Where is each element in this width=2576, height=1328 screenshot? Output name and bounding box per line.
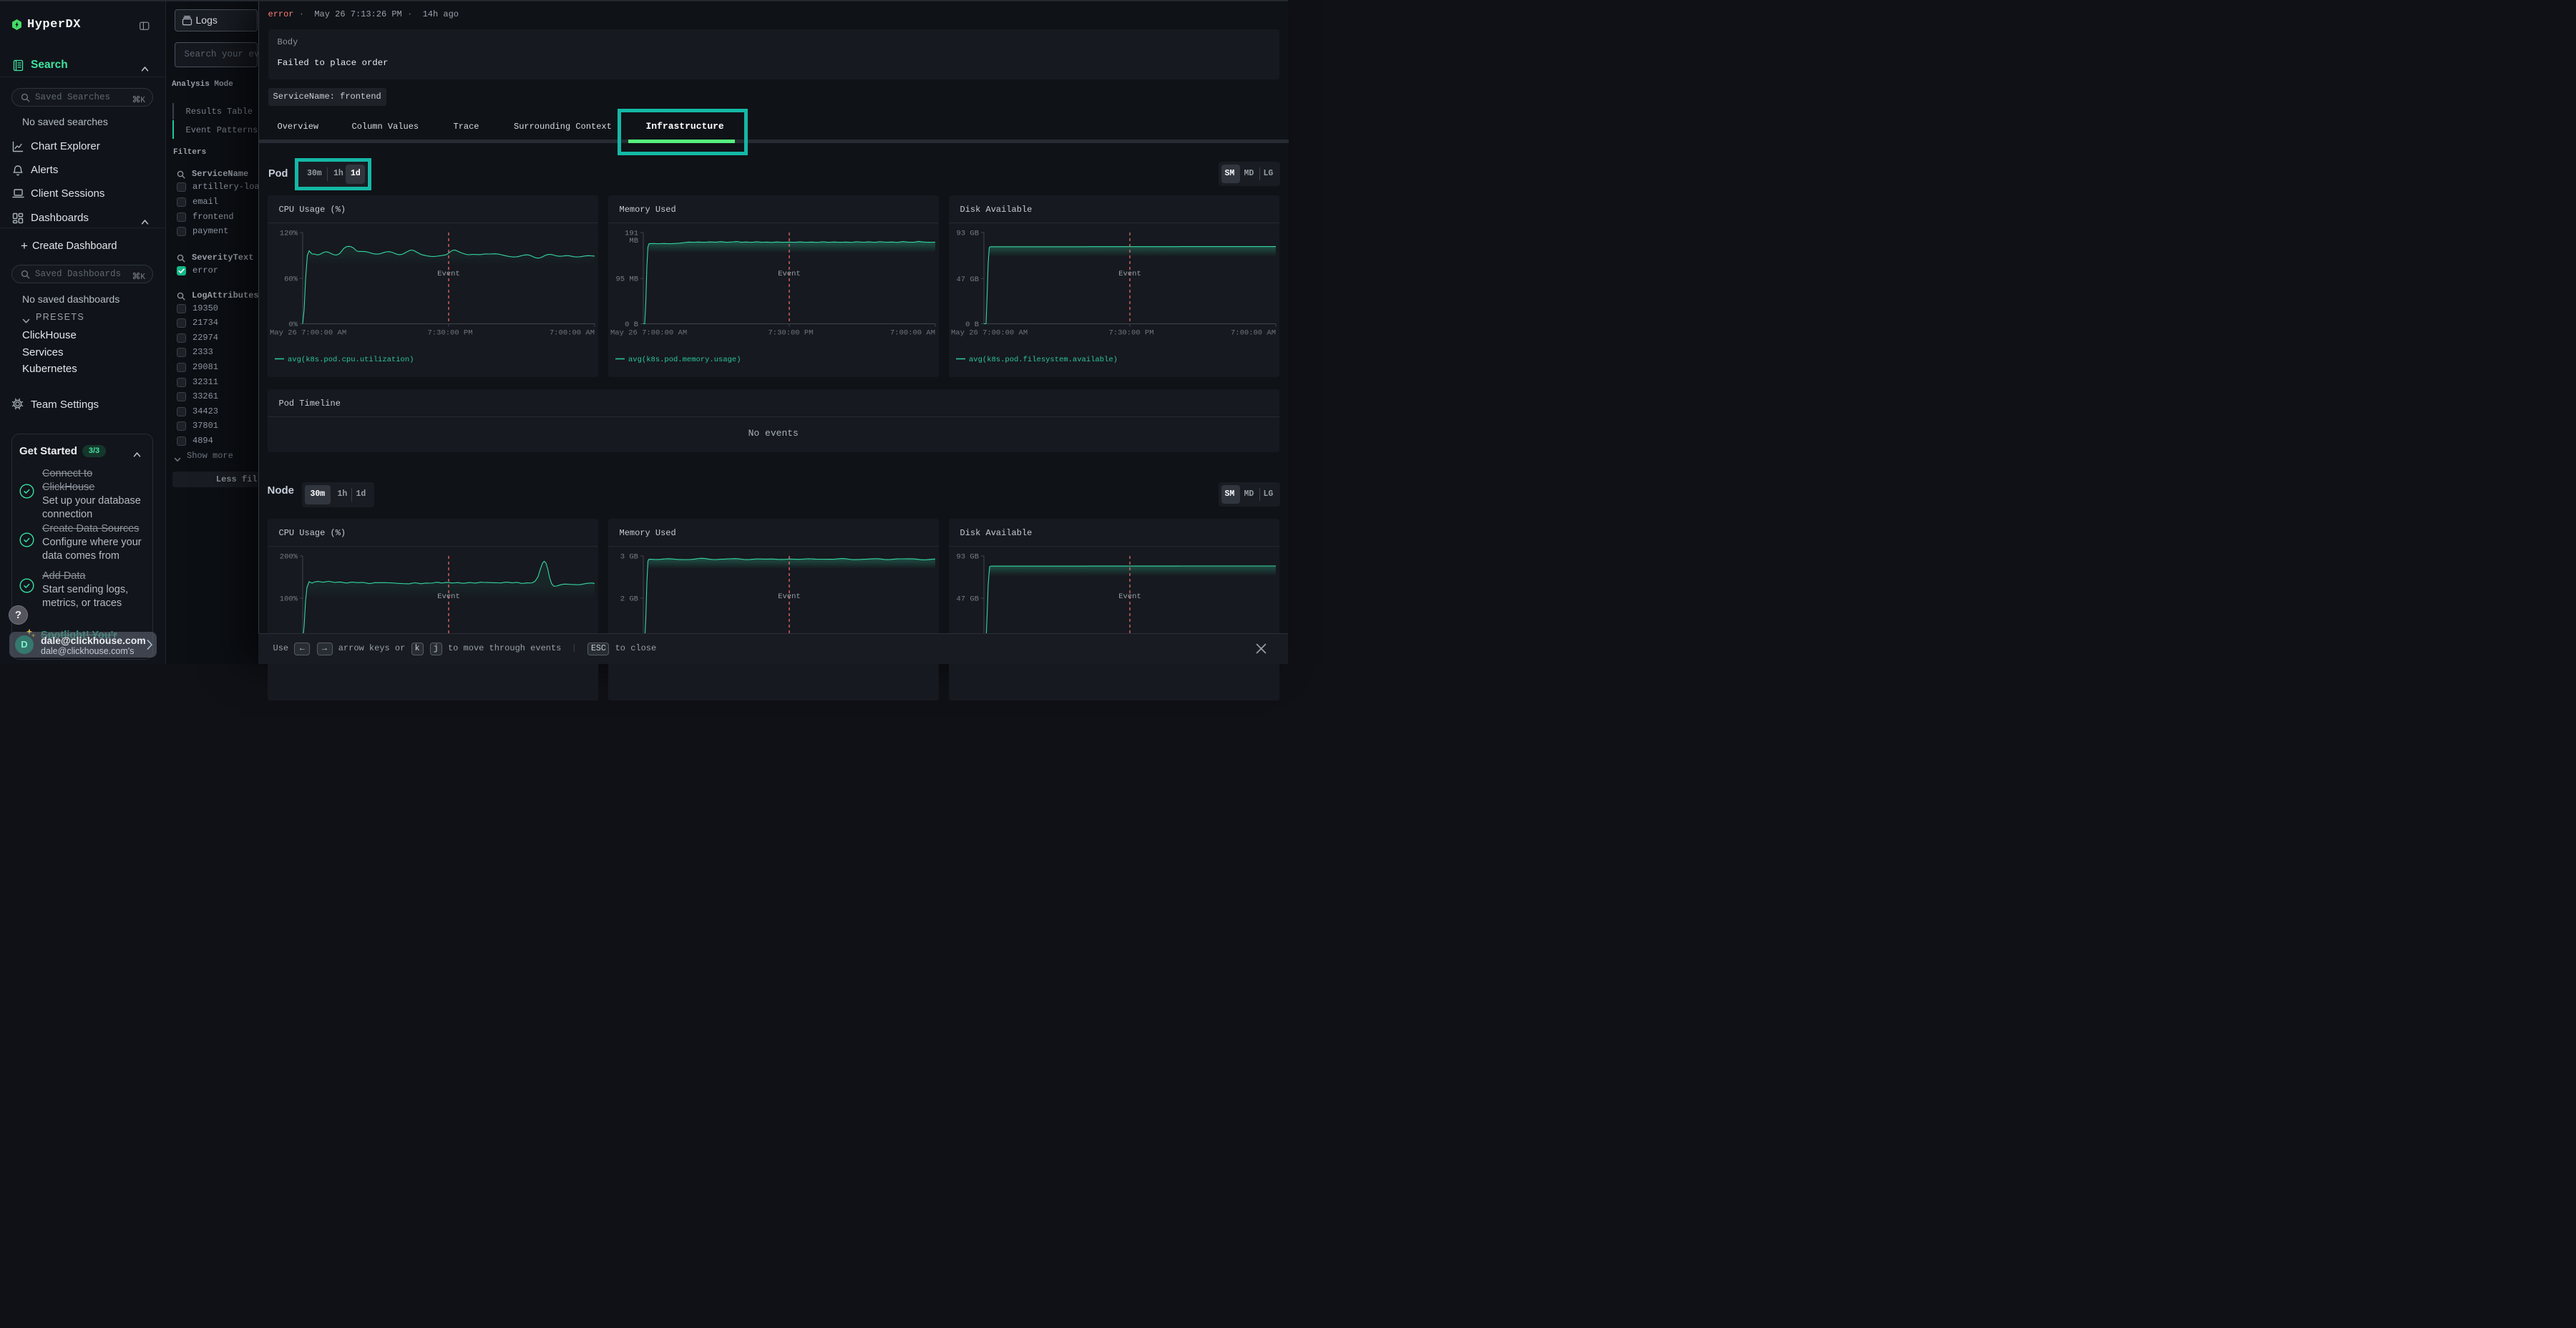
svg-text:avg(k8s.pod.filesystem.availab: avg(k8s.pod.filesystem.available) — [969, 356, 1118, 364]
svg-text:7:30:00 PM: 7:30:00 PM — [768, 329, 813, 338]
svg-text:47 GB: 47 GB — [956, 595, 979, 603]
svg-text:Event: Event — [778, 270, 801, 278]
svg-text:93 GB: 93 GB — [956, 552, 979, 561]
svg-text:0%: 0% — [288, 321, 298, 329]
svg-text:7:00:00 AM: 7:00:00 AM — [889, 329, 935, 338]
svg-text:MB: MB — [629, 237, 638, 245]
svg-text:2 GB: 2 GB — [620, 595, 638, 603]
svg-text:7:30:00 PM: 7:30:00 PM — [427, 329, 472, 338]
svg-text:47 GB: 47 GB — [956, 275, 979, 284]
svg-text:Event: Event — [437, 592, 460, 601]
svg-text:60%: 60% — [284, 275, 298, 283]
svg-text:Event: Event — [1118, 270, 1141, 278]
svg-text:Event: Event — [437, 270, 460, 278]
svg-text:7:30:00 PM: 7:30:00 PM — [1108, 329, 1153, 338]
svg-text:avg(k8s.pod.memory.usage): avg(k8s.pod.memory.usage) — [628, 356, 741, 364]
svg-text:7:00:00 AM: 7:00:00 AM — [549, 329, 594, 338]
svg-text:Event: Event — [1118, 592, 1141, 601]
svg-text:0 B: 0 B — [965, 321, 979, 329]
svg-text:200%: 200% — [279, 552, 298, 561]
svg-text:May 26 7:00:00 AM: May 26 7:00:00 AM — [610, 329, 687, 338]
svg-text:7:00:00 AM: 7:00:00 AM — [1230, 329, 1275, 338]
svg-text:95 MB: 95 MB — [615, 275, 638, 284]
svg-text:0 B: 0 B — [625, 321, 638, 329]
svg-text:100%: 100% — [279, 595, 298, 603]
svg-text:120%: 120% — [279, 230, 298, 238]
svg-text:Event: Event — [778, 592, 801, 601]
svg-text:May 26 7:00:00 AM: May 26 7:00:00 AM — [270, 329, 346, 338]
svg-text:May 26 7:00:00 AM: May 26 7:00:00 AM — [951, 329, 1028, 338]
svg-text:3 GB: 3 GB — [620, 552, 638, 561]
svg-text:avg(k8s.pod.cpu.utilization): avg(k8s.pod.cpu.utilization) — [288, 356, 414, 364]
svg-text:93 GB: 93 GB — [956, 230, 979, 238]
